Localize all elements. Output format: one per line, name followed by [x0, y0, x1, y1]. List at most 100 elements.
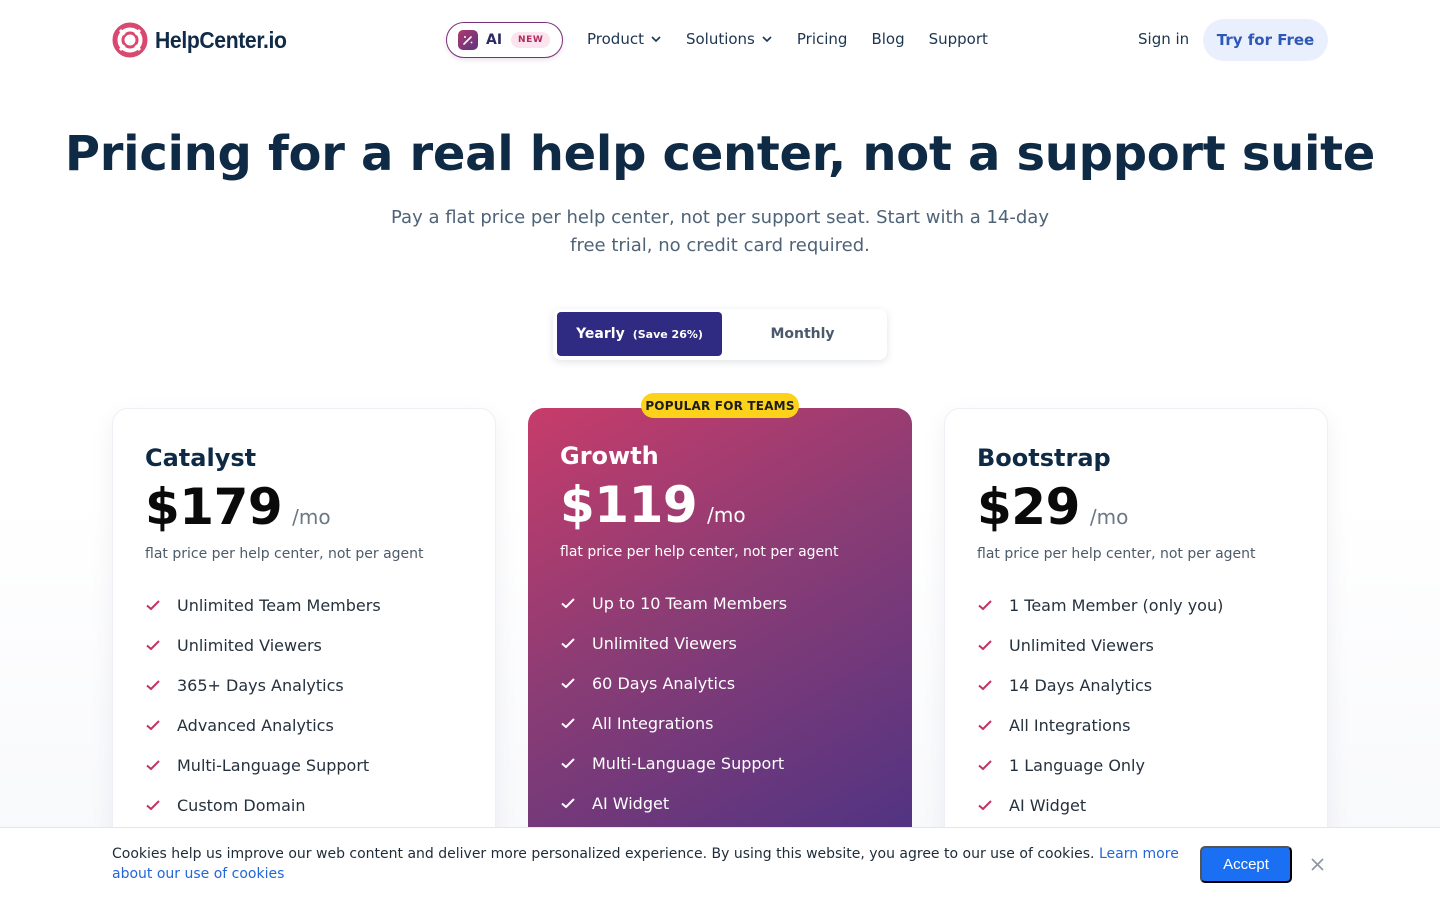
check-icon: [561, 758, 575, 769]
menu-item-solutions[interactable]: Solutions: [686, 30, 773, 48]
menu-item-blog[interactable]: Blog: [871, 30, 904, 48]
menu-item-label: Product: [587, 30, 644, 48]
check-icon: [146, 800, 160, 811]
check-icon: [146, 680, 160, 691]
price-row: $179 /mo: [145, 479, 463, 535]
accept-cookies-button[interactable]: Accept: [1200, 846, 1292, 883]
price-period: /mo: [292, 505, 331, 529]
plan-name: Growth: [560, 442, 659, 470]
sign-in-link[interactable]: Sign in: [1138, 30, 1189, 48]
feature-item: 1 Team Member (only you): [977, 585, 1295, 625]
feature-text: AI Widget: [1009, 795, 1087, 815]
feature-text: 60 Days Analytics: [592, 673, 736, 693]
check-icon: [146, 600, 160, 611]
magic-wand-icon: [458, 30, 478, 50]
plan-price: $29: [977, 478, 1080, 536]
feature-text: Multi-Language Support: [177, 755, 370, 775]
menu-item-label: Support: [928, 30, 988, 48]
billing-toggle: Yearly (Save 26%) Monthly: [553, 309, 887, 360]
check-icon: [561, 678, 575, 689]
check-icon: [978, 640, 992, 651]
feature-text: Advanced Analytics: [177, 715, 334, 735]
page-title: Pricing for a real help center, not a su…: [64, 126, 1376, 182]
monthly-label: Monthly: [770, 326, 835, 342]
feature-item: 60 Days Analytics: [560, 663, 880, 703]
billing-option-yearly[interactable]: Yearly (Save 26%): [557, 312, 722, 356]
feature-text: All Integrations: [592, 713, 714, 733]
feature-item: Custom Domain: [145, 785, 463, 825]
feature-item: Unlimited Viewers: [145, 625, 463, 665]
plan-card-growth: Growth $119 /mo flat price per help cent…: [528, 408, 912, 848]
check-icon: [561, 598, 575, 609]
plan-name: Bootstrap: [977, 444, 1111, 472]
feature-item: Up to 10 Team Members: [560, 583, 880, 623]
feature-item: Multi-Language Support: [560, 743, 880, 783]
menu-item-product[interactable]: Product: [587, 30, 662, 48]
feature-item: AI Widget: [560, 783, 880, 823]
feature-item: 1 Language Only: [977, 745, 1295, 785]
feature-item: 14 Days Analytics: [977, 665, 1295, 705]
billing-option-monthly[interactable]: Monthly: [722, 312, 883, 356]
check-icon: [978, 720, 992, 731]
price-note: flat price per help center, not per agen…: [560, 544, 839, 560]
menu-item-label: Pricing: [796, 30, 848, 48]
check-icon: [146, 760, 160, 771]
popular-badge: POPULAR FOR TEAMS: [641, 393, 799, 418]
price-note: flat price per help center, not per agen…: [145, 546, 424, 562]
price-period: /mo: [1089, 505, 1129, 529]
cookie-message: Cookies help us improve our web content …: [112, 844, 1187, 884]
check-icon: [561, 798, 575, 809]
check-icon: [146, 720, 160, 731]
feature-item: All Integrations: [977, 705, 1295, 745]
yearly-savings: (Save 26%): [632, 327, 703, 341]
chevron-down-icon: [762, 36, 772, 43]
check-icon: [561, 638, 575, 649]
feature-text: Unlimited Viewers: [592, 633, 737, 653]
check-icon: [561, 718, 575, 729]
chevron-down-icon: [651, 36, 661, 43]
feature-text: 14 Days Analytics: [1009, 675, 1153, 695]
feature-item: AI Widget: [977, 785, 1295, 825]
feature-text: Custom Domain: [177, 795, 306, 815]
plan-price: $119: [560, 476, 698, 534]
feature-text: 365+ Days Analytics: [177, 675, 344, 695]
brand-logo[interactable]: HelpCenter.io: [112, 22, 298, 58]
try-for-free-button[interactable]: Try for Free: [1203, 19, 1328, 61]
check-icon: [978, 760, 992, 771]
check-icon: [978, 800, 992, 811]
feature-text: Unlimited Viewers: [1009, 635, 1154, 655]
main-menu: Product Solutions Pricing Blog Support: [587, 30, 1012, 48]
feature-item: All Integrations: [560, 703, 880, 743]
top-navigation: HelpCenter.io AI NEW Product Solutions P…: [0, 0, 1440, 80]
feature-item: 365+ Days Analytics: [145, 665, 463, 705]
yearly-label: Yearly: [576, 326, 625, 342]
feature-text: All Integrations: [1009, 715, 1131, 735]
cookie-text: Cookies help us improve our web content …: [112, 846, 1095, 862]
check-icon: [978, 680, 992, 691]
page-subtitle: Pay a flat price per help center, not pe…: [391, 207, 1049, 256]
ai-label: AI: [486, 32, 503, 48]
menu-item-label: Solutions: [685, 30, 755, 48]
check-icon: [146, 640, 160, 651]
feature-item: Advanced Analytics: [145, 705, 463, 745]
brand-name: HelpCenter.io: [155, 26, 287, 53]
feature-text: 1 Team Member (only you): [1009, 595, 1224, 615]
feature-list: Unlimited Team Members Unlimited Viewers…: [145, 585, 463, 825]
feature-item: Unlimited Viewers: [977, 625, 1295, 665]
feature-text: AI Widget: [592, 793, 670, 813]
feature-text: 1 Language Only: [1009, 755, 1145, 775]
feature-item: Multi-Language Support: [145, 745, 463, 785]
close-icon[interactable]: [1309, 856, 1326, 873]
plan-name: Catalyst: [145, 444, 257, 472]
plan-card-catalyst: Catalyst $179 /mo flat price per help ce…: [112, 408, 496, 848]
ai-feature-button[interactable]: AI NEW: [446, 22, 563, 58]
plan-card-bootstrap: Bootstrap $29 /mo flat price per help ce…: [944, 408, 1328, 848]
price-period: /mo: [707, 503, 746, 527]
feature-text: Multi-Language Support: [592, 753, 785, 773]
feature-list: 1 Team Member (only you) Unlimited Viewe…: [977, 585, 1295, 825]
price-row: $119 /mo: [560, 477, 880, 533]
feature-text: Up to 10 Team Members: [592, 593, 788, 613]
menu-item-pricing[interactable]: Pricing: [797, 30, 848, 48]
menu-item-support[interactable]: Support: [929, 30, 988, 48]
lifebuoy-icon: [112, 22, 148, 58]
